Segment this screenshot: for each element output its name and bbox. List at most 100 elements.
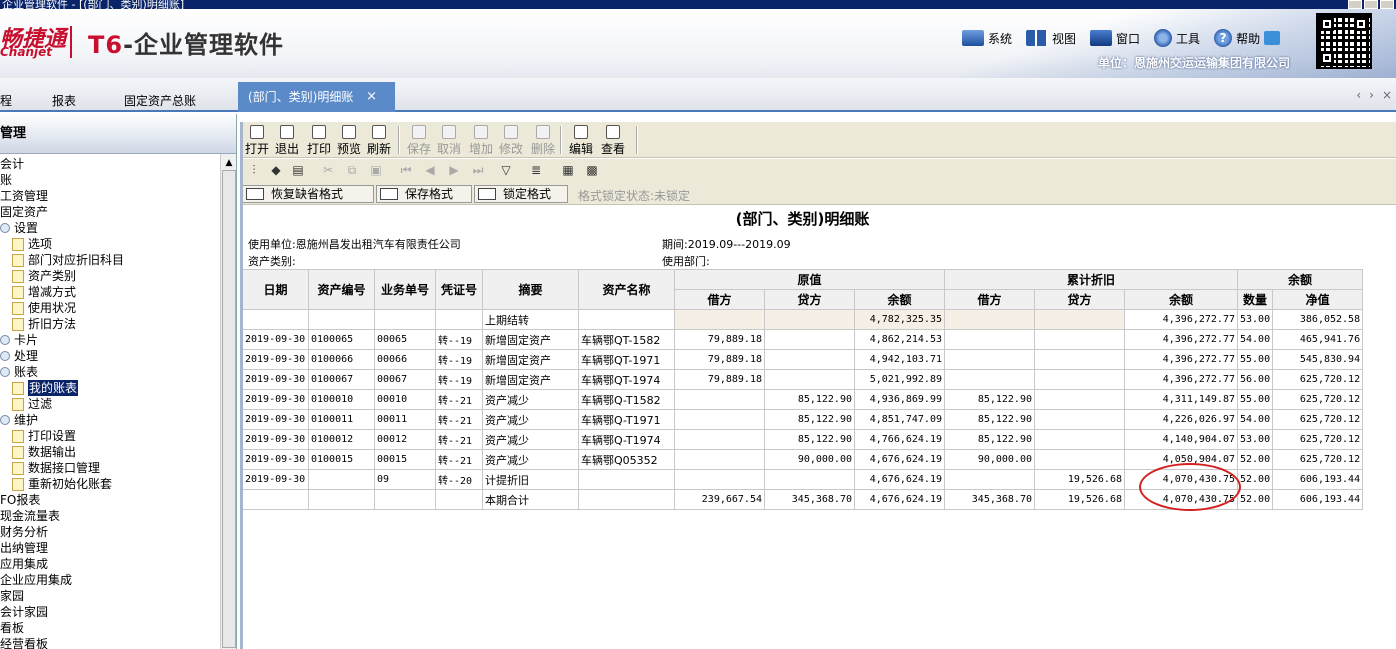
filter-icon[interactable]: ▽ xyxy=(498,163,514,178)
nav-tree-item[interactable]: 增减方式 xyxy=(12,284,76,300)
column-settings-icon[interactable]: ⫶ xyxy=(246,163,262,178)
scroll-thumb[interactable] xyxy=(222,170,236,648)
tab-reports[interactable]: 报表 xyxy=(52,92,76,109)
nav-tree-item[interactable]: 过滤 xyxy=(12,396,52,412)
first-record-icon[interactable]: ⏮ xyxy=(398,163,414,178)
nav-tree-item[interactable]: 卡片 xyxy=(0,332,38,348)
nav-tree-item[interactable]: FO报表 xyxy=(0,492,40,508)
next-record-icon[interactable]: ▶ xyxy=(446,163,462,178)
save-button[interactable]: 保存 xyxy=(404,124,434,156)
open-button[interactable]: 打开 xyxy=(242,124,272,156)
nav-tree-item[interactable]: 打印设置 xyxy=(12,428,76,444)
preview-button-label: 预览 xyxy=(336,142,361,156)
nav-tree-item[interactable]: 折旧方法 xyxy=(12,316,76,332)
expand-node-icon[interactable] xyxy=(0,415,10,425)
nav-tree-item[interactable]: 使用状况 xyxy=(12,300,76,316)
nav-tree-item[interactable]: 财务分析 xyxy=(0,524,48,540)
scroll-up-icon[interactable]: ▲ xyxy=(221,156,237,170)
menu-window[interactable]: 窗口 xyxy=(1090,30,1140,47)
nav-tree-item[interactable]: 现金流量表 xyxy=(0,508,60,524)
nav-tree-item[interactable]: 应用集成 xyxy=(0,556,48,572)
nav-scrollbar[interactable]: ▲ xyxy=(220,154,236,649)
close-window-button[interactable] xyxy=(1380,0,1394,9)
expand-node-icon[interactable] xyxy=(0,335,10,345)
nav-tree-item[interactable]: 处理 xyxy=(0,348,38,364)
expand-node-icon[interactable] xyxy=(0,367,10,377)
minimize-button[interactable] xyxy=(1348,0,1362,9)
exit-button[interactable]: 退出 xyxy=(272,124,302,156)
export-icon[interactable]: ▤ xyxy=(290,163,306,178)
table-row[interactable]: 2019-09-30 0100012 00012 转--21 资产减少 车辆鄂Q-T197… xyxy=(242,429,1364,450)
nav-tree-item[interactable]: 维护 xyxy=(0,412,38,428)
copy-icon[interactable]: ⧉ xyxy=(344,163,360,178)
table-row[interactable]: 2019-09-30 0100065 00065 转--19 新增固定资产 车辆鄂QT-1… xyxy=(242,329,1364,350)
logo-separator xyxy=(70,26,72,58)
cancel-button[interactable]: 取消 xyxy=(434,124,464,156)
nav-tree-item[interactable]: 会计 xyxy=(0,156,24,172)
nav-tree-item[interactable]: 账表 xyxy=(0,364,38,380)
menu-system[interactable]: 系统 xyxy=(962,30,1012,47)
nav-tree-item[interactable]: 选项 xyxy=(12,236,52,252)
table-cell: 00012 xyxy=(374,429,436,450)
nav-tree-item[interactable]: 家园 xyxy=(0,588,24,604)
nav-tree-item[interactable]: 固定资产 xyxy=(0,204,48,220)
last-record-icon[interactable]: ⏭ xyxy=(470,163,486,178)
cut-icon[interactable]: ✂ xyxy=(320,163,336,178)
save-format-button[interactable]: 保存格式 xyxy=(376,185,472,203)
nav-tree-item[interactable]: 我的账表 xyxy=(12,380,79,396)
tab-prev-icon[interactable]: ‹ xyxy=(1356,88,1361,102)
nav-tree-item[interactable]: 经营看板 xyxy=(0,636,48,649)
folder-icon xyxy=(12,461,24,475)
refresh-button[interactable]: 刷新 xyxy=(364,124,394,156)
restore-button[interactable] xyxy=(1364,0,1378,9)
locate-icon[interactable]: ◆ xyxy=(268,163,284,178)
nav-tree-item[interactable]: 账 xyxy=(0,172,12,188)
close-tab-icon[interactable]: × xyxy=(366,82,377,112)
tab-next-icon[interactable]: › xyxy=(1369,88,1374,102)
menu-tools[interactable]: 工具 xyxy=(1154,29,1200,47)
menu-help[interactable]: ? 帮助 xyxy=(1214,29,1281,47)
help-chat-icon[interactable] xyxy=(1264,31,1281,45)
table-row[interactable]: 2019-09-30 0100015 00015 转--21 资产减少 车辆鄂Q05352… xyxy=(242,449,1364,470)
preview-button[interactable]: 预览 xyxy=(334,124,364,156)
tab-close-all-icon[interactable]: × xyxy=(1382,88,1392,102)
nav-tree-item[interactable]: 看板 xyxy=(0,620,24,636)
table-row[interactable]: 2019-09-30 0100066 00066 转--19 新增固定资产 车辆鄂QT-1… xyxy=(242,349,1364,370)
nav-tree-item[interactable]: 工资管理 xyxy=(0,188,48,204)
print-button[interactable]: 打印 xyxy=(304,124,334,156)
restore-default-format-button[interactable]: 恢复缺省格式 xyxy=(242,185,374,203)
expand-node-icon[interactable] xyxy=(0,351,10,361)
edit-button[interactable]: 编辑 xyxy=(566,124,596,156)
tab-dept-category-detail[interactable]: (部门、类别)明细账 × xyxy=(238,82,395,112)
content-left-border xyxy=(240,122,243,649)
nav-tree-item[interactable]: 会计家园 xyxy=(0,604,48,620)
nav-tree-item[interactable]: 资产类别 xyxy=(12,268,76,284)
nav-tree-item[interactable]: 部门对应折旧科目 xyxy=(12,252,124,268)
nav-tree-item[interactable]: 企业应用集成 xyxy=(0,572,72,588)
add-button[interactable]: 增加 xyxy=(466,124,496,156)
modify-button[interactable]: 修改 xyxy=(496,124,526,156)
nav-tree-item[interactable]: 重新初始化账套 xyxy=(12,476,112,492)
tab-fixed-asset-ledger[interactable]: 固定资产总账 xyxy=(124,92,196,109)
table-row[interactable]: 2019-09-30 0100010 00010 转--21 资产减少 车辆鄂Q-T158… xyxy=(242,389,1364,410)
view-button[interactable]: 查看 xyxy=(598,124,628,156)
nav-tree-item[interactable]: 数据输出 xyxy=(12,444,76,460)
prev-record-icon[interactable]: ◀ xyxy=(422,163,438,178)
menu-view[interactable]: 视图 xyxy=(1026,30,1076,47)
table-row[interactable]: 2019-09-30 09 转--20 计提折旧 4,676,624.19 19,526.… xyxy=(242,469,1364,490)
tab-flow[interactable]: 程 xyxy=(0,92,12,109)
expand-node-icon[interactable] xyxy=(0,223,10,233)
table-row[interactable]: 2019-09-30 0100011 00011 转--21 资产减少 车辆鄂Q-T197… xyxy=(242,409,1364,430)
nav-tree-item[interactable]: 数据接口管理 xyxy=(12,460,100,476)
nav-tree-item[interactable]: 设置 xyxy=(0,220,38,236)
calculator-icon[interactable]: ▦ xyxy=(560,163,576,178)
delete-button[interactable]: 删除 xyxy=(528,124,558,156)
lock-format-button[interactable]: 锁定格式 xyxy=(474,185,568,203)
grid-icon[interactable]: ▩ xyxy=(584,163,600,178)
table-row[interactable]: 2019-09-30 0100067 00067 转--19 新增固定资产 车辆鄂QT-1… xyxy=(242,369,1364,390)
totals-icon[interactable]: ≣ xyxy=(528,163,544,178)
paste-icon[interactable]: ▣ xyxy=(368,163,384,178)
table-row[interactable]: 上期结转 4,782,325.35 4,396,272.77 53.00 386,052… xyxy=(242,309,1364,330)
table-row[interactable]: 本期合计 239,667.54 345,368.70 4,676,624.19 345,… xyxy=(242,489,1364,510)
nav-tree-item[interactable]: 出纳管理 xyxy=(0,540,48,556)
